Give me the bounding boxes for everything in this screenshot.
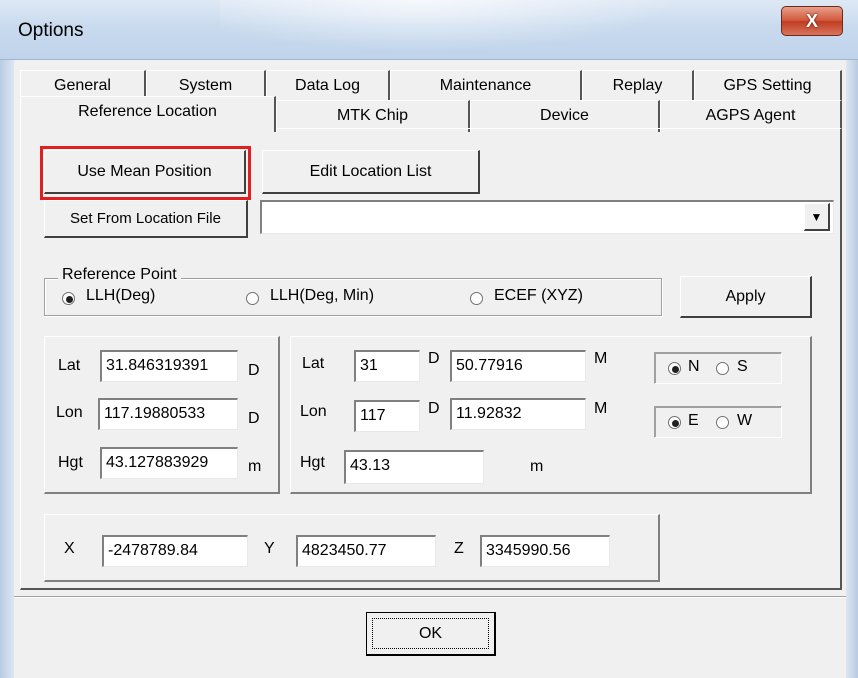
- x-label: X: [64, 540, 75, 557]
- tab-data-log[interactable]: Data Log: [266, 70, 390, 102]
- title-bar: [0, 0, 858, 60]
- hgt-unit: m: [248, 458, 262, 475]
- radio-east[interactable]: [668, 416, 681, 429]
- lon-label: Lon: [56, 404, 83, 421]
- lon-unit: D: [248, 410, 260, 427]
- lat-deg-field[interactable]: 31.846319391: [100, 350, 238, 382]
- lon-min-field[interactable]: 11.92832: [450, 398, 586, 430]
- window-border-left: [0, 60, 14, 678]
- radio-north-label[interactable]: N: [688, 358, 700, 376]
- location-file-select[interactable]: [260, 200, 834, 234]
- edit-location-list-button[interactable]: Edit Location List: [262, 150, 480, 194]
- hgt-dm-unit: m: [530, 458, 544, 475]
- window-border-right: [846, 60, 858, 678]
- tab-gps-setting[interactable]: GPS Setting: [694, 70, 842, 102]
- tab-reference-location[interactable]: Reference Location: [20, 96, 276, 132]
- hgt-deg-field[interactable]: 43.127883929: [100, 447, 238, 479]
- lon-label-dm: Lon: [300, 403, 327, 420]
- radio-llh-deg-min[interactable]: [246, 292, 259, 305]
- y-label: Y: [264, 540, 275, 557]
- apply-button[interactable]: Apply: [680, 276, 812, 318]
- lon-deg-unit: D: [428, 400, 440, 417]
- chevron-down-icon[interactable]: ▼: [804, 203, 830, 231]
- lat-deg-unit: D: [428, 350, 440, 367]
- tab-replay[interactable]: Replay: [582, 70, 694, 102]
- radio-ecef[interactable]: [470, 292, 483, 305]
- lat-unit: D: [248, 362, 260, 379]
- lat-min-unit: M: [594, 350, 608, 367]
- footer-separator: [14, 596, 846, 598]
- ok-button[interactable]: OK: [366, 612, 496, 656]
- radio-east-label[interactable]: E: [688, 412, 699, 430]
- lon-deg-int-field[interactable]: 117: [354, 400, 420, 432]
- radio-south[interactable]: [716, 362, 729, 375]
- ok-label: OK: [372, 618, 489, 649]
- radio-llh-deg-min-label[interactable]: LLH(Deg, Min): [270, 287, 374, 305]
- radio-llh-deg-label[interactable]: LLH(Deg): [86, 287, 155, 305]
- window-title: Options: [18, 20, 84, 41]
- ecef-z-field[interactable]: 3345990.56: [480, 535, 610, 567]
- use-mean-position-button[interactable]: Use Mean Position: [44, 150, 246, 194]
- set-from-location-file-button[interactable]: Set From Location File: [44, 200, 248, 238]
- lat-min-field[interactable]: 50.77916: [450, 350, 586, 382]
- tab-maintenance[interactable]: Maintenance: [390, 70, 582, 102]
- ecef-x-field[interactable]: -2478789.84: [102, 535, 248, 567]
- hgt-label: Hgt: [58, 454, 83, 471]
- close-button[interactable]: X: [781, 6, 843, 36]
- radio-llh-deg[interactable]: [62, 292, 75, 305]
- z-label: Z: [454, 540, 464, 557]
- reference-point-legend: Reference Point: [58, 266, 181, 284]
- radio-south-label[interactable]: S: [737, 358, 748, 376]
- lon-min-unit: M: [594, 400, 608, 417]
- hgt-label-dm: Hgt: [300, 454, 325, 471]
- lat-deg-int-field[interactable]: 31: [354, 350, 420, 382]
- hgt-dm-field[interactable]: 43.13: [344, 450, 484, 484]
- radio-west[interactable]: [716, 416, 729, 429]
- radio-west-label[interactable]: W: [737, 412, 752, 430]
- radio-ecef-label[interactable]: ECEF (XYZ): [494, 287, 583, 305]
- lat-label-dm: Lat: [302, 355, 325, 372]
- radio-north[interactable]: [668, 362, 681, 375]
- ecef-y-field[interactable]: 4823450.77: [296, 535, 436, 567]
- lon-deg-field[interactable]: 117.19880533: [98, 398, 238, 430]
- lat-label: Lat: [58, 357, 81, 374]
